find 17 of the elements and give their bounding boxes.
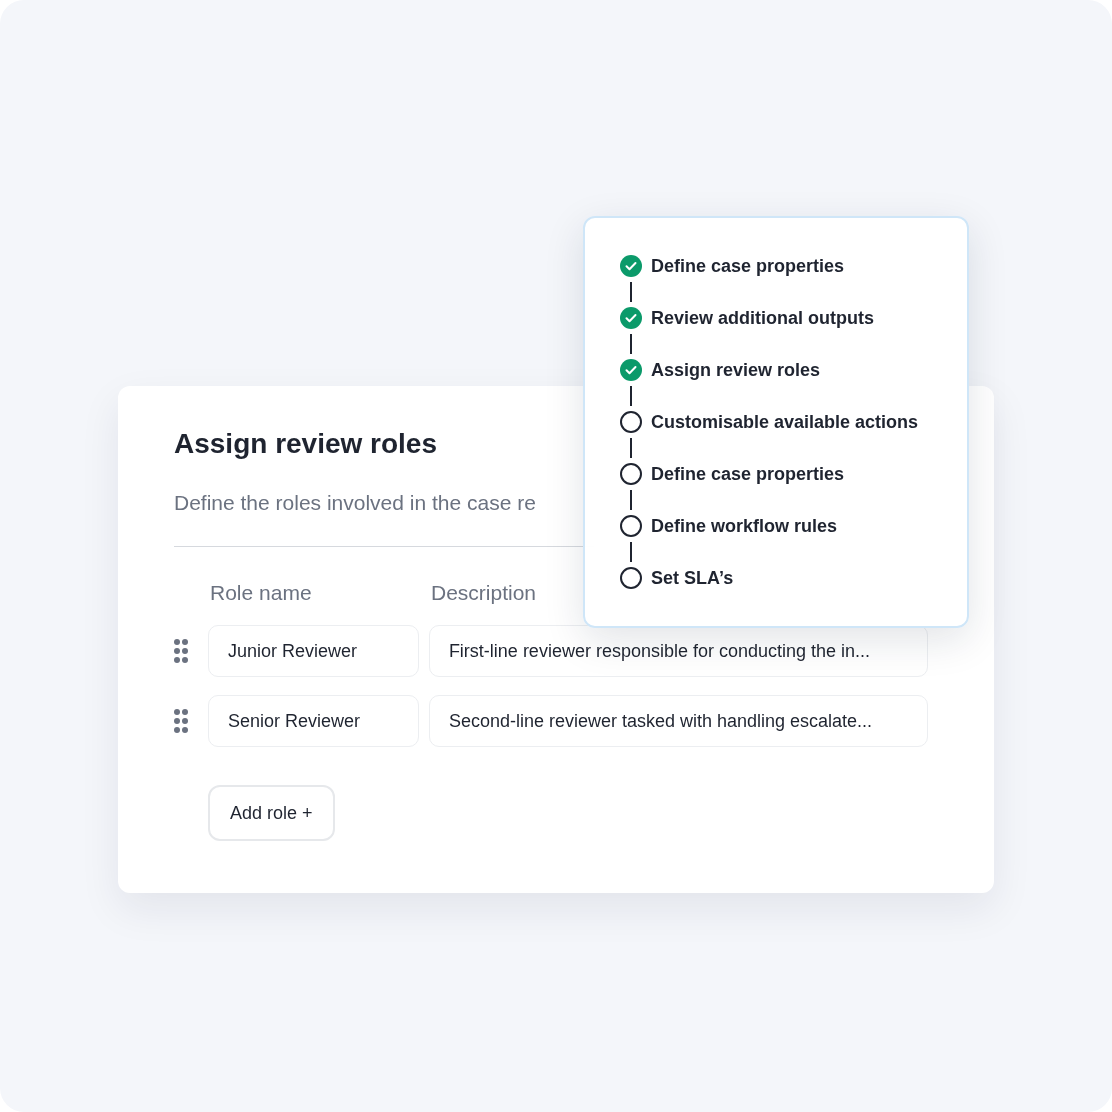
step-label: Set SLA’s xyxy=(651,567,734,589)
step-label: Customisable available actions xyxy=(651,411,919,433)
column-header: Role name xyxy=(210,580,313,606)
step-label: Define case properties xyxy=(651,463,845,485)
role-name-field[interactable]: Senior Reviewer xyxy=(208,695,419,747)
add-role-button[interactable]: Add role + xyxy=(208,785,335,841)
step-label: Review additional outputs xyxy=(651,307,874,329)
step-label: Define case properties xyxy=(651,255,845,277)
step-label: Assign review roles xyxy=(651,359,821,381)
description-field[interactable]: Second-line reviewer tasked with handling escalate... xyxy=(428,695,928,747)
column-header: Description xyxy=(431,580,538,606)
card-subtitle: Define the roles involved in the case re xyxy=(174,490,537,516)
step-label: Define workflow rules xyxy=(651,515,838,537)
drag-handle-icon[interactable] xyxy=(174,639,188,663)
drag-handle-icon[interactable] xyxy=(174,709,188,733)
card-title: Assign review roles xyxy=(174,427,438,461)
role-name-field[interactable]: Junior Reviewer xyxy=(208,625,419,677)
